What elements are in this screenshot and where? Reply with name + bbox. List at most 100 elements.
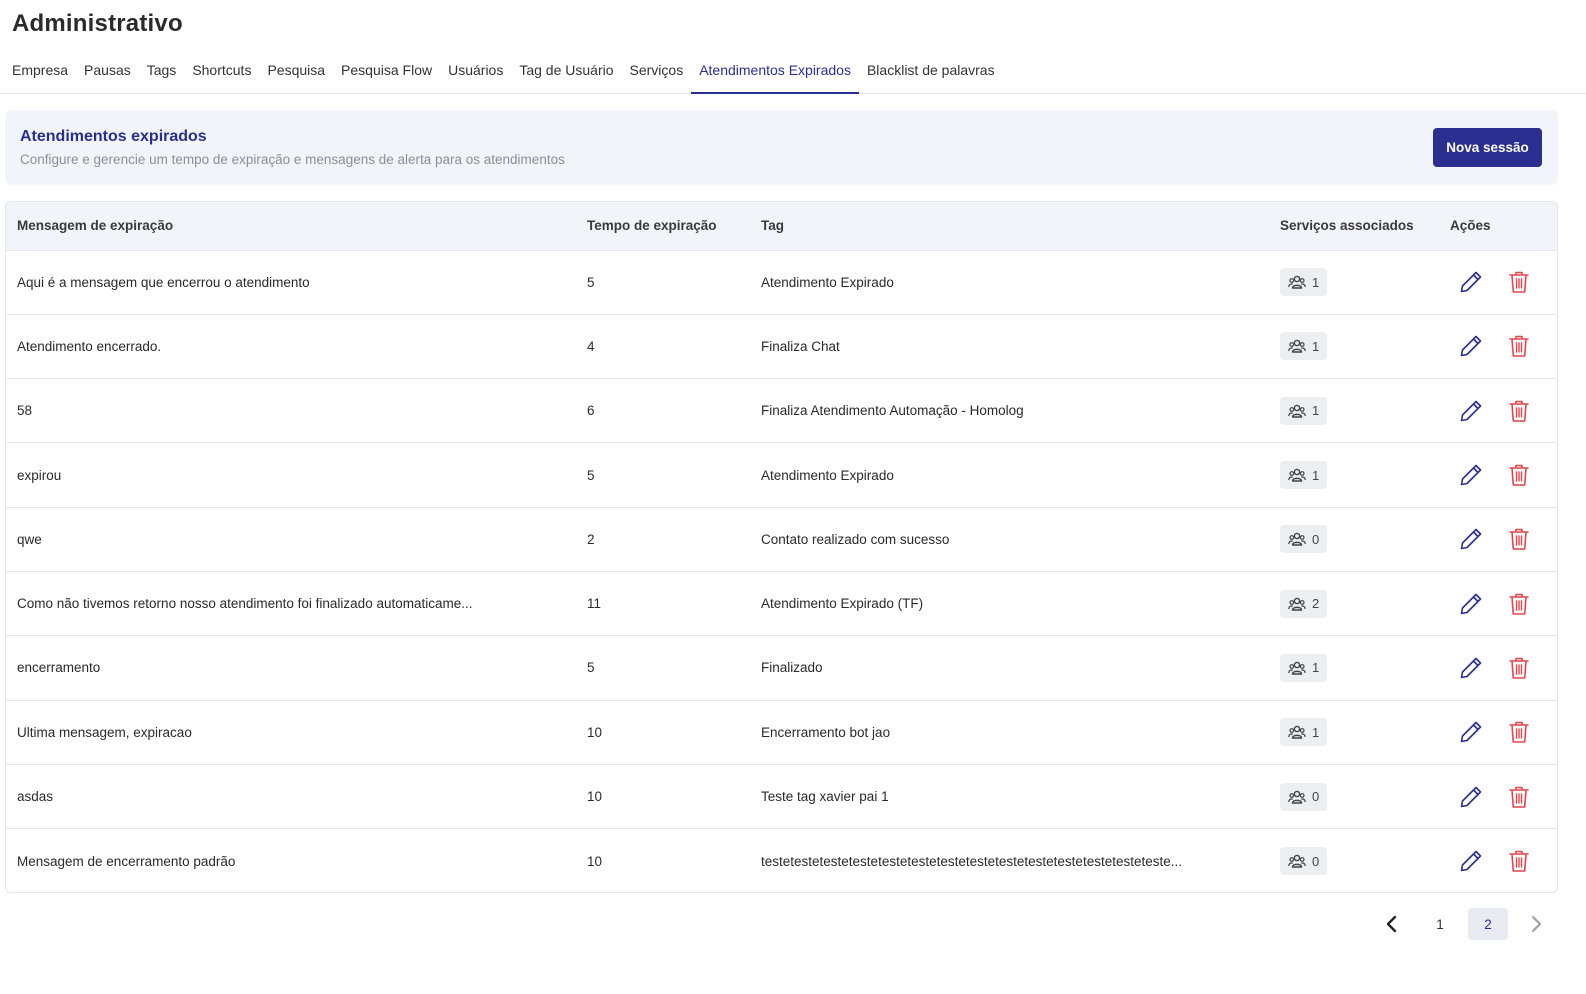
row-actions (1439, 250, 1557, 314)
group-icon (1288, 597, 1306, 611)
section-title: Atendimentos expirados (20, 128, 207, 145)
pencil-icon (1460, 529, 1482, 550)
services-count: 1 (1312, 660, 1320, 676)
row-services: 1 (1269, 636, 1439, 700)
table-row: Mensagem de encerramento padrão 10 testete… (6, 829, 1557, 892)
pencil-icon (1460, 657, 1482, 679)
services-count: 2 (1312, 596, 1320, 612)
services-badge[interactable]: 2 (1280, 589, 1328, 618)
tab-tags[interactable]: Tags (139, 54, 185, 94)
table-row: Atendimento encerrado. 4 Finaliza Chat 1 (6, 314, 1557, 379)
edit-button[interactable] (1458, 526, 1484, 552)
trash-icon (1509, 850, 1529, 872)
row-time: 6 (587, 403, 595, 419)
row-message: Mensagem de encerramento padrão (17, 853, 236, 869)
services-count: 0 (1312, 531, 1320, 547)
row-actions (1439, 379, 1557, 443)
row-services: 1 (1269, 443, 1439, 507)
tab-empresa[interactable]: Empresa (4, 54, 76, 94)
delete-button[interactable] (1506, 269, 1532, 295)
tab-pausas[interactable]: Pausas (76, 54, 139, 94)
row-tag: testetestetestetestetestetestetesteteste… (761, 853, 1182, 869)
delete-button[interactable] (1506, 591, 1532, 617)
edit-button[interactable] (1458, 269, 1484, 295)
edit-button[interactable] (1458, 655, 1484, 681)
group-icon (1288, 404, 1306, 418)
row-message: Como não tivemos retorno nosso atendimen… (17, 596, 473, 612)
services-badge[interactable]: 1 (1280, 268, 1328, 297)
tab-pesquisa[interactable]: Pesquisa (259, 54, 333, 94)
tab-usuários[interactable]: Usuários (440, 54, 511, 94)
row-services: 1 (1269, 314, 1439, 378)
delete-button[interactable] (1506, 398, 1532, 424)
delete-button[interactable] (1506, 526, 1532, 552)
table-row: asdas 10 Teste tag xavier pai 1 0 (6, 764, 1557, 829)
edit-button[interactable] (1458, 333, 1484, 359)
delete-button[interactable] (1506, 655, 1532, 681)
row-tag: Finaliza Atendimento Automação - Homolog (761, 403, 1024, 419)
services-count: 1 (1312, 724, 1320, 740)
delete-button[interactable] (1506, 333, 1532, 359)
prev-page-button[interactable] (1372, 908, 1412, 940)
group-icon (1288, 468, 1306, 482)
group-icon (1288, 661, 1306, 675)
row-time: 5 (587, 660, 595, 676)
table-header-row: Mensagem de expiração Tempo de expiração… (6, 202, 1557, 251)
trash-icon (1509, 464, 1529, 486)
tab-shortcuts[interactable]: Shortcuts (184, 54, 259, 94)
group-icon (1288, 340, 1306, 354)
group-icon (1288, 790, 1306, 804)
services-badge[interactable]: 1 (1280, 461, 1328, 490)
delete-button[interactable] (1506, 462, 1532, 488)
row-actions (1439, 636, 1557, 700)
services-badge[interactable]: 1 (1280, 332, 1328, 361)
edit-button[interactable] (1458, 591, 1484, 617)
row-time: 11 (587, 596, 602, 612)
edit-button[interactable] (1458, 462, 1484, 488)
trash-icon (1509, 786, 1529, 808)
table-row: encerramento 5 Finalizado 1 (6, 636, 1557, 701)
row-tag: Contato realizado com sucesso (761, 531, 950, 547)
delete-button[interactable] (1506, 848, 1532, 874)
services-badge[interactable]: 1 (1280, 396, 1328, 425)
services-badge[interactable]: 1 (1280, 653, 1328, 682)
page-button-1[interactable]: 1 (1420, 908, 1460, 940)
row-time: 10 (587, 853, 603, 869)
row-actions (1439, 764, 1557, 828)
edit-button[interactable] (1458, 398, 1484, 424)
tab-pesquisa-flow[interactable]: Pesquisa Flow (333, 54, 440, 94)
tab-atendimentos-expirados[interactable]: Atendimentos Expirados (691, 54, 859, 94)
group-icon (1288, 725, 1306, 739)
delete-button[interactable] (1506, 719, 1532, 745)
new-session-button[interactable]: Nova sessão (1433, 128, 1542, 167)
tab-blacklist-de-palavras[interactable]: Blacklist de palavras (859, 54, 1003, 94)
services-badge[interactable]: 1 (1280, 718, 1328, 747)
row-message: expirou (17, 467, 62, 483)
trash-icon (1509, 336, 1529, 358)
services-badge[interactable]: 0 (1280, 847, 1328, 876)
row-actions (1439, 314, 1557, 378)
group-icon (1288, 533, 1306, 547)
pencil-icon (1460, 593, 1482, 614)
services-badge[interactable]: 0 (1280, 525, 1328, 554)
header-tag: Tag (750, 202, 1269, 251)
pencil-icon (1460, 400, 1482, 422)
next-page-button[interactable] (1516, 908, 1556, 940)
trash-icon (1509, 271, 1529, 293)
row-message: Ultima mensagem, expiracao (17, 724, 192, 740)
row-tag: Teste tag xavier pai 1 (761, 789, 889, 805)
row-message: encerramento (17, 660, 101, 676)
services-badge[interactable]: 0 (1280, 782, 1328, 811)
row-tag: Atendimento Expirado (TF) (761, 596, 924, 612)
row-time: 2 (587, 531, 595, 547)
edit-button[interactable] (1458, 848, 1484, 874)
edit-button[interactable] (1458, 784, 1484, 810)
page-button-2[interactable]: 2 (1468, 908, 1508, 940)
pencil-icon (1460, 850, 1482, 872)
tab-serviços[interactable]: Serviços (622, 54, 692, 94)
tab-tag-de-usuário[interactable]: Tag de Usuário (511, 54, 621, 94)
edit-button[interactable] (1458, 719, 1484, 745)
services-count: 0 (1312, 789, 1320, 805)
pencil-icon (1460, 271, 1482, 293)
delete-button[interactable] (1506, 784, 1532, 810)
